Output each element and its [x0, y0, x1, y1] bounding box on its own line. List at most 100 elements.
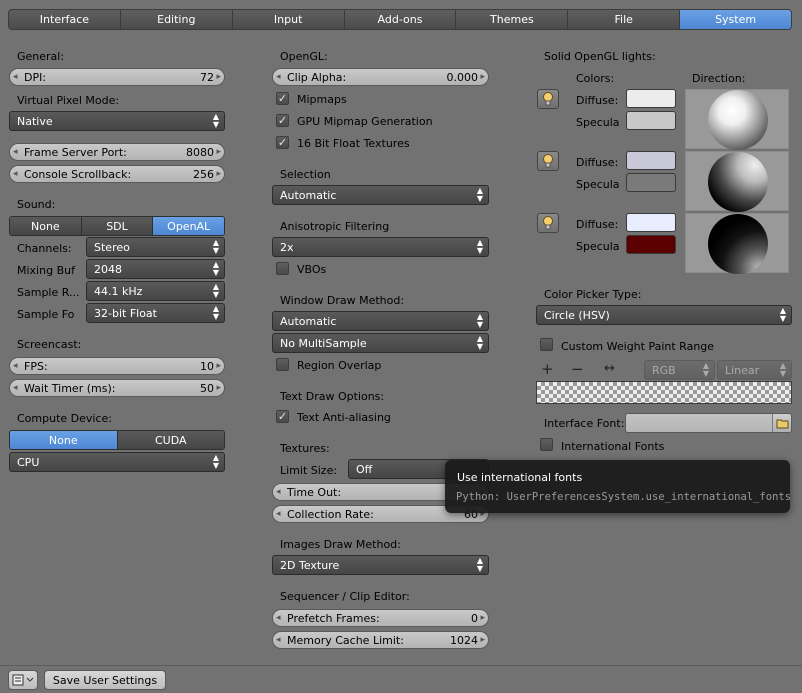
updown-arrow-icon: ▲ ▼ — [212, 238, 219, 255]
color-picker-select[interactable]: Circle (HSV) ▲ ▼ — [536, 305, 792, 325]
tab-editing[interactable]: Editing — [120, 10, 233, 29]
remove-icon[interactable]: − — [571, 360, 584, 378]
multisample-value: No MultiSample — [280, 336, 367, 350]
mixing-buf-select[interactable]: 2048 ▲ ▼ — [86, 259, 225, 279]
console-scrollback-field[interactable]: Console Scrollback: 256 — [9, 165, 225, 183]
lightbulb-icon — [543, 216, 553, 230]
fps-value: 10 — [200, 359, 214, 373]
float-textures-checkbox[interactable]: ✓ — [276, 136, 289, 149]
compute-device-select[interactable]: CPU ▲ ▼ — [9, 452, 225, 472]
light-3-toggle[interactable] — [537, 213, 559, 233]
gpu-mipmap-label: GPU Mipmap Generation — [297, 115, 433, 128]
preferences-editor-icon — [12, 674, 34, 686]
selection-select[interactable]: Automatic ▲ ▼ — [272, 185, 489, 205]
light-2-specular-swatch[interactable] — [626, 173, 676, 192]
sample-rate-select[interactable]: 44.1 kHz ▲ ▼ — [86, 281, 225, 301]
window-draw-method-select[interactable]: Automatic ▲ ▼ — [272, 311, 489, 331]
sound-heading: Sound: — [17, 198, 56, 211]
frame-server-port-value: 8080 — [186, 145, 214, 159]
tab-system[interactable]: System — [680, 10, 791, 29]
add-icon[interactable]: + — [541, 360, 554, 378]
light-2-direction[interactable] — [685, 151, 789, 212]
frame-server-port-field[interactable]: Frame Server Port: 8080 — [9, 143, 225, 161]
updown-arrow-icon: ▲ ▼ — [212, 453, 219, 470]
interface-font-field[interactable] — [625, 413, 792, 433]
memory-cache-label: Memory Cache Limit: — [287, 633, 404, 647]
mipmaps-checkbox[interactable]: ✓ — [276, 92, 289, 105]
light-1-specular-swatch[interactable] — [626, 111, 676, 130]
tab-interface[interactable]: Interface — [9, 10, 121, 29]
updown-arrow-icon: ▲ ▼ — [779, 306, 786, 323]
editor-type-button[interactable] — [8, 670, 38, 690]
light-1-sphere — [708, 90, 768, 150]
direction-heading: Direction: — [692, 72, 746, 85]
text-antialiasing-checkbox[interactable]: ✓ — [276, 410, 289, 423]
images-draw-method-select[interactable]: 2D Texture ▲ ▼ — [272, 555, 489, 575]
sound-openal-button[interactable]: OpenAL — [153, 217, 224, 235]
light-3-direction[interactable] — [685, 213, 789, 274]
sample-format-select[interactable]: 32-bit Float ▲ ▼ — [86, 303, 225, 323]
vbos-label: VBOs — [297, 263, 327, 276]
virtual-pixel-mode-select[interactable]: Native ▲ ▼ — [9, 111, 225, 131]
tab-file[interactable]: File — [568, 10, 681, 29]
window-draw-method-value: Automatic — [280, 314, 337, 328]
prefetch-frames-field[interactable]: Prefetch Frames: 0 — [272, 609, 489, 627]
light-3-diffuse-swatch[interactable] — [626, 213, 676, 232]
light-3-specular-swatch[interactable] — [626, 235, 676, 254]
compute-cuda-button[interactable]: CUDA — [117, 431, 224, 449]
anisotropic-select[interactable]: 2x ▲ ▼ — [272, 237, 489, 257]
region-overlap-checkbox[interactable] — [276, 358, 289, 371]
channels-select[interactable]: Stereo ▲ ▼ — [86, 237, 225, 257]
dpi-value: 72 — [200, 70, 214, 84]
custom-weight-checkbox[interactable] — [540, 338, 553, 351]
screencast-heading: Screencast: — [17, 338, 82, 351]
wait-timer-field[interactable]: Wait Timer (ms): 50 — [9, 379, 225, 397]
file-browse-button[interactable] — [772, 414, 791, 432]
international-fonts-checkbox[interactable] — [540, 438, 553, 451]
tab-themes[interactable]: Themes — [456, 10, 569, 29]
tab-input[interactable]: Input — [232, 10, 345, 29]
custom-weight-label: Custom Weight Paint Range — [561, 340, 715, 353]
folder-icon — [776, 419, 789, 429]
memory-cache-field[interactable]: Memory Cache Limit: 1024 — [272, 631, 489, 649]
compute-device-value: CPU — [17, 455, 40, 469]
mipmaps-label: Mipmaps — [297, 93, 347, 106]
light-3-sphere — [708, 214, 768, 274]
color-ramp-preview[interactable] — [536, 381, 792, 404]
save-user-settings-button[interactable]: Save User Settings — [44, 670, 166, 690]
sound-sdl-button[interactable]: SDL — [81, 217, 154, 235]
gpu-mipmap-checkbox[interactable]: ✓ — [276, 114, 289, 127]
wait-timer-label: Wait Timer (ms): — [24, 381, 116, 395]
dpi-field[interactable]: DPI: 72 — [9, 68, 225, 86]
flip-icon[interactable]: ↔ — [604, 361, 615, 376]
sample-format-value: 32-bit Float — [94, 306, 157, 320]
light-2-diffuse-swatch[interactable] — [626, 151, 676, 170]
fps-field[interactable]: FPS: 10 — [9, 357, 225, 375]
tab-addons[interactable]: Add-ons — [344, 10, 457, 29]
save-user-settings-label: Save User Settings — [52, 673, 158, 687]
ramp-interpolation-select[interactable]: Linear ▲ ▼ — [717, 360, 792, 380]
ramp-color-mode-select[interactable]: RGB ▲ ▼ — [644, 360, 715, 380]
clip-alpha-field[interactable]: Clip Alpha: 0.000 — [272, 68, 489, 86]
float-textures-label: 16 Bit Float Textures — [297, 137, 410, 150]
updown-arrow-icon: ▲ ▼ — [212, 304, 219, 321]
updown-arrow-icon: ▲ ▼ — [476, 312, 483, 329]
light-2-toggle[interactable] — [537, 151, 559, 171]
sound-none-button[interactable]: None — [10, 217, 82, 235]
updown-arrow-icon: ▲ ▼ — [702, 361, 709, 378]
compute-none-button[interactable]: None — [10, 431, 118, 449]
lightbulb-icon — [543, 92, 553, 106]
dpi-label: DPI: — [24, 70, 47, 84]
sample-format-label: Sample Fo — [17, 308, 75, 321]
vbos-checkbox[interactable] — [276, 262, 289, 275]
text-antialiasing-label: Text Anti-aliasing — [297, 411, 391, 424]
multisample-select[interactable]: No MultiSample ▲ ▼ — [272, 333, 489, 353]
light-1-toggle[interactable] — [537, 89, 559, 109]
light-1-direction[interactable] — [685, 89, 789, 150]
light-1-diffuse-label: Diffuse: — [576, 94, 619, 107]
color-picker-value: Circle (HSV) — [544, 308, 610, 322]
compute-device-selector: None CUDA — [9, 430, 225, 450]
light-1-diffuse-swatch[interactable] — [626, 89, 676, 108]
updown-arrow-icon: ▲ ▼ — [476, 238, 483, 255]
sound-device-selector: None SDL OpenAL — [9, 216, 225, 236]
